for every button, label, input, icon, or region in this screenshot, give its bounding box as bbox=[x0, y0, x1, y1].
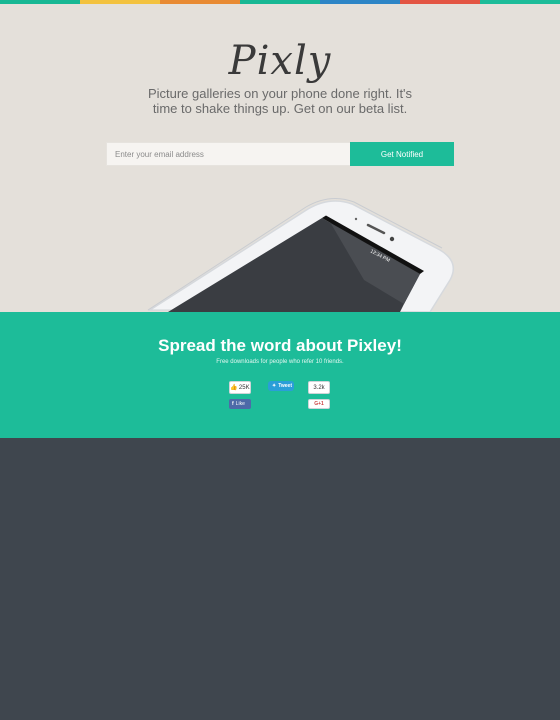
hero-section: 12:34 PM Pixly Picture galleries on your… bbox=[0, 4, 560, 312]
signup-form: Get Notified bbox=[106, 142, 454, 166]
facebook-count-value: 25K bbox=[238, 384, 250, 391]
facebook-icon: f bbox=[232, 401, 234, 407]
phone-sensor bbox=[354, 217, 358, 221]
google-plus-count: 3.2k bbox=[308, 381, 330, 394]
facebook-like-label: Like bbox=[235, 401, 245, 407]
facebook-like-button[interactable]: f Like bbox=[229, 399, 251, 409]
logo: Pixly bbox=[228, 38, 332, 84]
phone-camera bbox=[389, 236, 395, 242]
share-title: Spread the word about Pixley! bbox=[158, 336, 402, 355]
share-section: Spread the word about Pixley! Free downl… bbox=[0, 312, 560, 438]
tweet-label: Tweet bbox=[278, 383, 293, 389]
share-subtitle: Free downloads for people who refer 10 f… bbox=[216, 359, 344, 365]
footer-section bbox=[0, 438, 560, 720]
google-plus-button[interactable]: G+1 bbox=[308, 399, 330, 409]
get-notified-button[interactable]: Get Notified bbox=[350, 142, 454, 166]
google-plus-label: G+1 bbox=[314, 401, 324, 407]
tweet-button[interactable]: ✦ Tweet bbox=[268, 381, 294, 391]
twitter-bird-icon: ✦ bbox=[272, 383, 277, 389]
thumbs-up-icon: 👍 bbox=[230, 385, 238, 391]
google-plus-count-value: 3.2k bbox=[313, 384, 325, 391]
email-input[interactable] bbox=[106, 142, 350, 166]
facebook-count: 👍 25K bbox=[229, 381, 251, 394]
tagline: Picture galleries on your phone done rig… bbox=[147, 86, 413, 116]
